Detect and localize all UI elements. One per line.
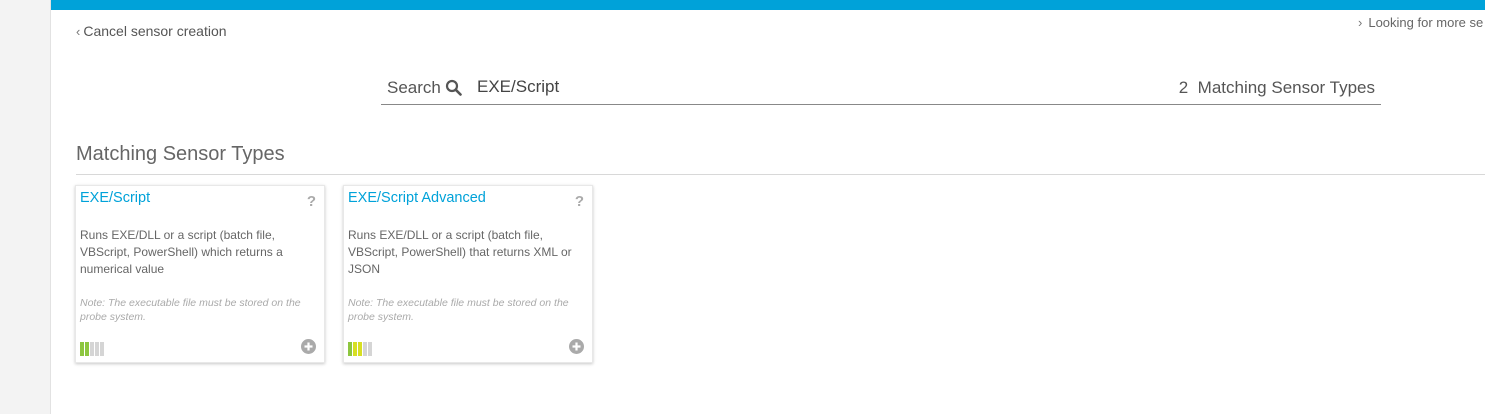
performance-segment [368, 342, 372, 356]
chevron-left-icon: ‹ [76, 24, 81, 39]
add-circle-icon[interactable] [301, 339, 316, 354]
performance-indicator [348, 342, 372, 356]
performance-segment [85, 342, 89, 356]
sensor-card-note: Note: The executable file must be stored… [348, 297, 569, 323]
performance-segment [95, 342, 99, 356]
performance-segment [363, 342, 367, 356]
search-input[interactable] [477, 74, 1077, 100]
more-label: Looking for more se [1368, 15, 1484, 30]
performance-segment [90, 342, 94, 356]
performance-segment [348, 342, 352, 356]
performance-segment [100, 342, 104, 356]
performance-indicator [80, 342, 104, 356]
performance-segment [358, 342, 362, 356]
section-title: Matching Sensor Types [76, 143, 285, 165]
looking-for-more-link[interactable]: › Looking for more se [1358, 15, 1483, 30]
cancel-label: Cancel sensor creation [83, 23, 227, 39]
sensor-card-note: Note: The executable file must be stored… [80, 297, 301, 323]
search-icon[interactable] [445, 79, 462, 96]
performance-segment [353, 342, 357, 356]
performance-segment [80, 342, 84, 356]
sensor-card-title[interactable]: EXE/Script [80, 190, 150, 206]
match-count-label: Matching Sensor Types [1197, 78, 1375, 97]
add-circle-icon[interactable] [569, 339, 584, 354]
sensor-card-description: Runs EXE/DLL or a script (batch file, VB… [80, 228, 283, 276]
help-icon[interactable]: ? [575, 193, 584, 210]
match-count: 2 Matching Sensor Types [1179, 78, 1375, 98]
sensor-card-title[interactable]: EXE/Script Advanced [348, 190, 486, 206]
search-bar: Search 2 Matching Sensor Types [381, 72, 1381, 105]
sensor-card-description: Runs EXE/DLL or a script (batch file, VB… [348, 228, 572, 276]
top-accent-bar [51, 0, 1485, 10]
search-label: Search [387, 78, 441, 97]
sensor-card[interactable]: EXE/Script Advanced ? Runs EXE/DLL or a … [343, 185, 593, 363]
cancel-sensor-creation-link[interactable]: ‹ Cancel sensor creation [76, 23, 227, 39]
match-count-number: 2 [1178, 78, 1189, 97]
help-icon[interactable]: ? [307, 193, 316, 210]
section-divider [76, 174, 1485, 175]
chevron-right-icon: › [1358, 15, 1363, 30]
left-rail [0, 0, 51, 414]
sensor-card[interactable]: EXE/Script ? Runs EXE/DLL or a script (b… [75, 185, 325, 363]
